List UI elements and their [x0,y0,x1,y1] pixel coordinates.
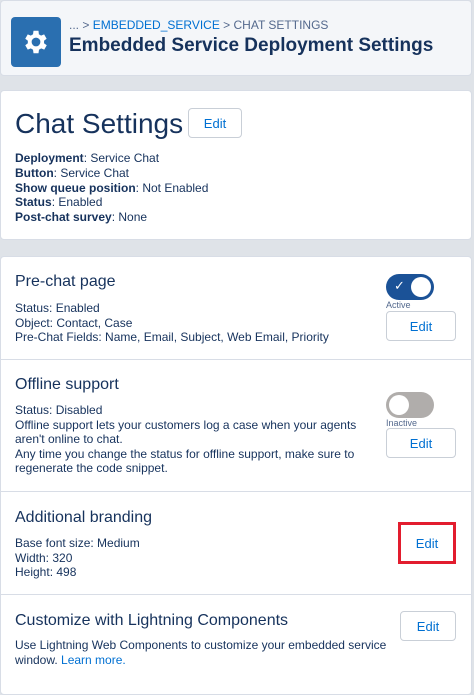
breadcrumb-current: > CHAT SETTINGS [219,18,329,32]
offline-edit-button[interactable]: Edit [386,428,456,458]
detail-show-queue-position: Show queue position: Not Enabled [15,181,208,195]
lightning-description-prefix: window. [15,652,62,667]
detail-value: : Service Chat [83,151,160,165]
branding-font-size: Base font size: Medium [15,536,140,550]
prechat-details: Status: Enabled Object: Contact, Case Pr… [15,301,329,345]
detail-label: Post-chat survey [15,210,112,224]
divider [0,594,472,595]
prechat-fields: Pre-Chat Fields: Name, Email, Subject, W… [15,330,329,344]
prechat-status: Status: Enabled [15,301,100,315]
detail-post-chat-survey: Post-chat survey: None [15,210,147,224]
offline-description-line: Any time you change the status for offli… [15,446,355,461]
chat-settings-title: Chat Settings [15,108,184,139]
detail-value: : Not Enabled [135,181,209,195]
detail-label: Button [15,166,54,180]
branding-details: Base font size: Medium Width: 320 Height… [15,536,140,580]
lightning-description: Use Lightning Web Components to customiz… [15,638,387,652]
offline-status: Status: Disabled [15,403,103,417]
offline-description-line: regenerate the code snippet. [15,461,168,475]
highlight-box [398,522,456,564]
lightning-description-line2: window. Learn more. [15,653,386,668]
branding-width: Width: 320 [15,550,73,565]
lightning-edit-button[interactable]: Edit [400,611,456,641]
page-title: Embedded Service Deployment Settings [69,35,434,56]
chat-settings-edit-button[interactable]: Edit [188,108,242,138]
divider [0,359,472,360]
detail-value: : Service Chat [53,166,130,180]
detail-status: Status: Enabled [15,195,102,209]
detail-label: Deployment [15,151,84,165]
detail-deployment: Deployment: Service Chat [15,151,159,165]
prechat-title: Pre-chat page [15,273,116,290]
lightning-details: Use Lightning Web Components to customiz… [15,638,386,667]
toggle-knob [411,277,431,297]
breadcrumb-link-embedded-service[interactable]: EMBEDDED_SERVICE [93,18,220,32]
prechat-toggle-label: Active [386,300,411,310]
offline-details: Status: Disabled Offline support lets yo… [15,403,356,476]
detail-value: : None [111,210,148,224]
offline-description-line: aren't online to chat. [15,432,123,446]
page-header: ... > EMBEDDED_SERVICE > CHAT SETTINGS E… [0,0,472,76]
prechat-edit-button[interactable]: Edit [386,311,456,341]
offline-description-line: Offline support lets your customers log … [15,417,357,432]
divider [0,491,472,492]
offline-toggle-label: Inactive [386,418,418,428]
toggle-knob [389,395,409,415]
prechat-object: Object: Contact, Case [15,315,133,330]
branding-title: Additional branding [15,509,152,526]
gear-icon [11,17,61,67]
detail-label: Status [15,195,52,209]
detail-label: Show queue position [15,181,136,195]
offline-toggle[interactable] [386,392,434,418]
prechat-toggle[interactable]: ✓ [386,274,434,300]
offline-title: Offline support [15,376,119,393]
branding-height: Height: 498 [15,565,77,579]
detail-value: : Enabled [51,195,103,209]
check-icon: ✓ [394,278,405,293]
breadcrumb: ... > EMBEDDED_SERVICE > CHAT SETTINGS [69,18,328,32]
detail-button: Button: Service Chat [15,166,129,180]
lightning-title: Customize with Lightning Components [15,612,289,629]
learn-more-link[interactable]: Learn more. [61,653,126,667]
breadcrumb-prefix: ... > [69,18,93,32]
